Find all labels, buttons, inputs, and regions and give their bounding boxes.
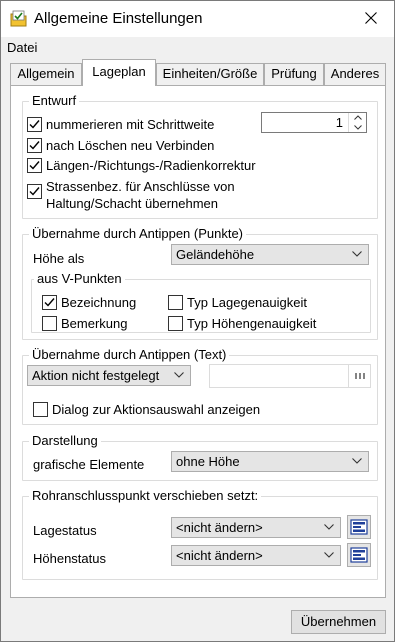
chevron-down-icon: [352, 251, 362, 257]
lagestatus-button[interactable]: [347, 515, 371, 539]
chevron-down-icon: [352, 458, 362, 464]
group-punkte: Übernahme durch Antippen (Punkte) Höhe a…: [22, 226, 378, 340]
checkbox-korrektur[interactable]: Längen-/Richtungs-/Radienkorrektur: [27, 157, 256, 174]
aktion-text-field[interactable]: [209, 364, 371, 388]
hoehenstatus-button[interactable]: [347, 543, 371, 567]
label-loeschen: nach Löschen neu Verbinden: [46, 138, 215, 153]
checkbox-loeschen[interactable]: nach Löschen neu Verbinden: [27, 137, 214, 154]
checkmark-icon: [29, 141, 40, 150]
chevron-down-icon: [324, 552, 334, 558]
tab-anderes[interactable]: Anderes: [324, 63, 386, 85]
checkmark-icon: [29, 161, 40, 170]
checkmark-icon: [29, 120, 40, 129]
status-list-icon: [350, 519, 368, 535]
ellipsis-button[interactable]: [348, 365, 370, 387]
group-vpunkte: aus V-Punkten Bezeichnung Bemerkung Typ …: [31, 271, 371, 333]
checkbox-strassen[interactable]: Strassenbez. für Anschlüsse von Haltung/…: [27, 178, 267, 212]
label-lagestatus: Lagestatus: [33, 523, 97, 538]
checkbox-box[interactable]: [27, 158, 42, 173]
lagestatus-select[interactable]: <nicht ändern>: [171, 517, 341, 538]
group-title-text: Übernahme durch Antippen (Text): [29, 347, 230, 362]
checkbox-box[interactable]: [27, 184, 42, 199]
schrittweite-input[interactable]: [262, 113, 346, 132]
chevron-up-icon: [353, 115, 362, 120]
hoehenstatus-select[interactable]: <nicht ändern>: [171, 545, 341, 566]
hoehe-select-value: Geländehöhe: [176, 247, 255, 262]
checkbox-box[interactable]: [42, 295, 57, 310]
menu-datei[interactable]: Datei: [7, 40, 37, 55]
tab-lageplan[interactable]: Lageplan: [82, 59, 156, 86]
status-list-icon: [350, 547, 368, 563]
checkbox-nummerieren[interactable]: nummerieren mit Schrittweite: [27, 116, 214, 133]
lagestatus-select-value: <nicht ändern>: [176, 520, 263, 535]
apply-button[interactable]: Übernehmen: [291, 610, 386, 634]
window-title: Allgemeine Einstellungen: [34, 10, 203, 27]
tab-pruefung[interactable]: Prüfung: [264, 63, 324, 85]
group-title-vpunkte: aus V-Punkten: [34, 271, 125, 286]
checkmark-icon: [44, 298, 55, 307]
aktion-select-value: Aktion nicht festgelegt: [32, 368, 160, 383]
spinner-buttons: [348, 113, 366, 132]
chevron-down-icon: [174, 372, 184, 378]
group-title-rohranschluss: Rohranschlusspunkt verschieben setzt:: [29, 488, 262, 503]
label-bezeichnung: Bezeichnung: [61, 295, 137, 310]
label-korrektur: Längen-/Richtungs-/Radienkorrektur: [46, 158, 256, 173]
checkbox-box[interactable]: [168, 295, 183, 310]
label-hoehengenauigkeit: Typ Höhengenauigkeit: [187, 316, 317, 331]
ellipsis-icon: [354, 373, 365, 379]
group-text: Übernahme durch Antippen (Text) Aktion n…: [22, 347, 378, 425]
checkbox-bemerkung[interactable]: Bemerkung: [42, 315, 127, 332]
tab-einheiten[interactable]: Einheiten/Größe: [156, 63, 264, 85]
folder-check-icon: [10, 10, 28, 28]
close-button[interactable]: [348, 1, 394, 37]
label-hoehenstatus: Höhenstatus: [33, 551, 106, 566]
hoehenstatus-select-value: <nicht ändern>: [176, 548, 263, 563]
checkbox-box[interactable]: [42, 316, 57, 331]
schrittweite-spinner[interactable]: [261, 112, 367, 133]
label-lagegenauigkeit: Typ Lagegenauigkeit: [187, 295, 307, 310]
checkbox-box[interactable]: [168, 316, 183, 331]
checkbox-hoehengenauigkeit[interactable]: Typ Höhengenauigkeit: [168, 315, 316, 332]
aktion-select[interactable]: Aktion nicht festgelegt: [27, 365, 191, 386]
label-bemerkung: Bemerkung: [61, 316, 128, 331]
close-icon: [365, 11, 377, 27]
chevron-down-icon: [324, 524, 334, 530]
menu-bar: Datei: [1, 37, 394, 59]
settings-window: Allgemeine Einstellungen Datei Allgemein…: [0, 0, 395, 642]
label-dialog: Dialog zur Aktionsauswahl anzeigen: [52, 402, 261, 417]
tab-panel-lageplan: Entwurf nummerieren mit Schrittweite 1 n…: [10, 85, 386, 598]
checkmark-icon: [29, 187, 40, 196]
checkbox-box[interactable]: [27, 138, 42, 153]
spinner-down-button[interactable]: [349, 123, 366, 132]
title-bar: Allgemeine Einstellungen: [1, 1, 394, 37]
label-grafische: grafische Elemente: [33, 457, 145, 472]
label-strassen: Strassenbez. für Anschlüsse von Haltung/…: [46, 179, 235, 211]
group-title-punkte: Übernahme durch Antippen (Punkte): [29, 226, 247, 241]
checkbox-box[interactable]: [27, 117, 42, 132]
grafische-select-value: ohne Höhe: [176, 454, 240, 469]
grafische-select[interactable]: ohne Höhe: [171, 451, 369, 472]
group-rohranschluss: Rohranschlusspunkt verschieben setzt: La…: [22, 488, 378, 580]
checkbox-lagegenauigkeit[interactable]: Typ Lagegenauigkeit: [168, 294, 307, 311]
tab-strip: Allgemein Lageplan Einheiten/Größe Prüfu…: [1, 59, 394, 86]
group-entwurf: Entwurf nummerieren mit Schrittweite 1 n…: [22, 93, 378, 219]
group-darstellung: Darstellung grafische Elemente ohne Höhe: [22, 433, 378, 481]
checkbox-bezeichnung[interactable]: Bezeichnung: [42, 294, 136, 311]
group-title-darstellung: Darstellung: [29, 433, 101, 448]
checkbox-box[interactable]: [33, 402, 48, 417]
hoehe-select[interactable]: Geländehöhe: [171, 244, 369, 265]
group-title-entwurf: Entwurf: [29, 93, 80, 108]
checkbox-dialog[interactable]: Dialog zur Aktionsauswahl anzeigen: [33, 401, 260, 418]
spinner-up-button[interactable]: [349, 113, 366, 122]
tab-allgemein[interactable]: Allgemein: [10, 63, 82, 85]
label-nummerieren: nummerieren mit Schrittweite: [46, 117, 215, 132]
chevron-down-icon: [353, 125, 362, 130]
label-hoehe: Höhe als: [33, 251, 85, 266]
